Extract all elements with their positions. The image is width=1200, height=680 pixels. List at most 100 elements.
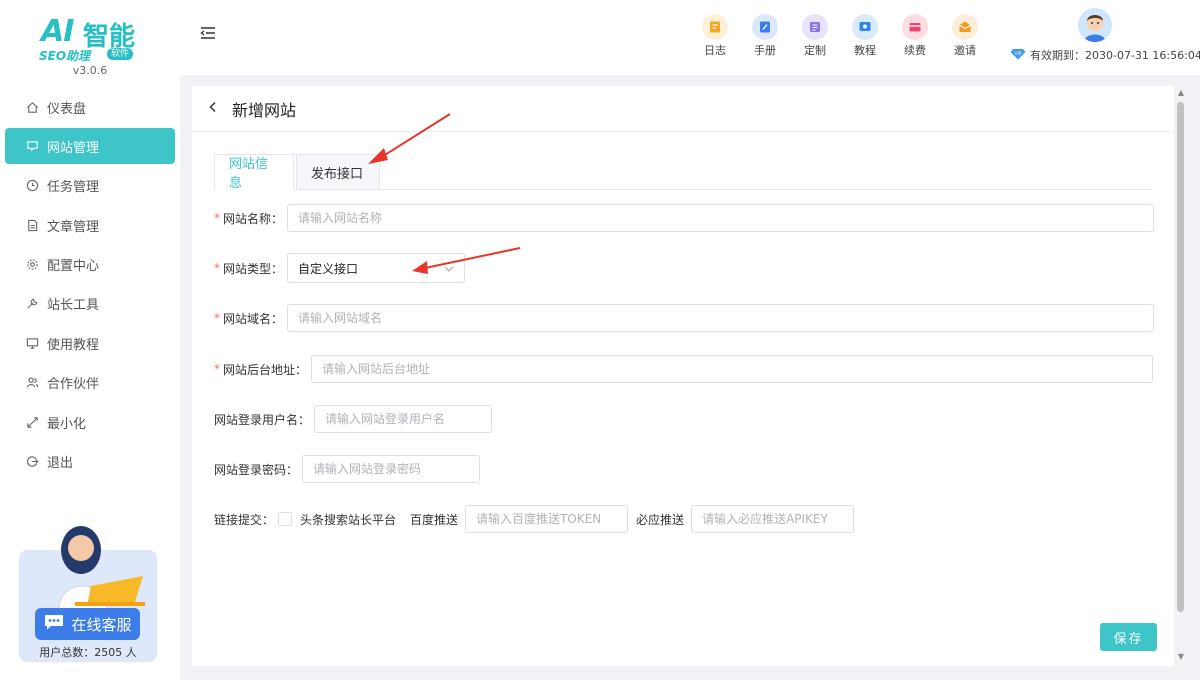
- login-pass-input[interactable]: [302, 455, 481, 483]
- sidebar-item-articles[interactable]: 文章管理: [5, 207, 175, 243]
- document-icon: [25, 218, 39, 232]
- save-label: 保存: [1113, 631, 1144, 647]
- sidebar-item-label: 最小化: [47, 416, 87, 432]
- admin-url-input[interactable]: [311, 355, 1154, 383]
- sidebar-item-partners[interactable]: 合作伙伴: [5, 365, 175, 401]
- form-row-site-name: * 网站名称：: [214, 203, 1155, 233]
- save-button[interactable]: 保存: [1100, 623, 1157, 651]
- nav-label: 续费: [904, 44, 926, 57]
- site-domain-input[interactable]: [287, 304, 1155, 332]
- page-header: 新增网站: [192, 86, 1174, 132]
- required-asterisk: *: [214, 211, 220, 225]
- nav-manual-button[interactable]: 手册: [740, 14, 790, 58]
- sidebar-item-websites[interactable]: 网站管理: [5, 128, 175, 165]
- baidu-push-label: 百度推送: [410, 512, 459, 527]
- top-nav-icons: 日志 手册 定制 教程 续费 邀请: [690, 14, 990, 58]
- form-row-login-pass: 网站登录密码：: [214, 454, 481, 484]
- form-row-link-submit: 链接提交： 头条搜索站长平台 百度推送 必应推送: [214, 504, 855, 534]
- nav-tutorial-button[interactable]: 教程: [840, 14, 890, 58]
- sidebar-item-label: 配置中心: [47, 259, 100, 275]
- sidebar-item-label: 仪表盘: [47, 101, 87, 117]
- scroll-down-arrow-icon[interactable]: ▼: [1175, 652, 1187, 662]
- sidebar-item-logout[interactable]: 退出: [5, 444, 175, 480]
- clock-icon: [25, 179, 39, 193]
- scroll-up-arrow-icon[interactable]: ▲: [1175, 88, 1187, 98]
- gear-icon: [25, 258, 39, 272]
- required-asterisk: *: [214, 261, 220, 275]
- svg-text:VIP: VIP: [1014, 51, 1021, 57]
- login-user-input[interactable]: [314, 405, 493, 433]
- custom-icon: [802, 14, 828, 40]
- expire-text: 有效期到：2030-07-31 16:56:04: [1030, 49, 1200, 62]
- nav-renew-button[interactable]: 续费: [890, 14, 940, 58]
- sidebar-item-label: 任务管理: [47, 180, 100, 196]
- nav-custom-button[interactable]: 定制: [790, 14, 840, 58]
- page-scrollbar[interactable]: ▲ ▼: [1175, 86, 1187, 666]
- bing-apikey-input[interactable]: [691, 505, 855, 533]
- logo-ai-text: AI: [41, 14, 74, 49]
- logo-soft-badge: 软件: [107, 48, 134, 60]
- main-panel: 新增网站 网站信息 发布接口 * 网站名称： * 网站类型： 自定义接口 * 网…: [192, 86, 1174, 666]
- sidebar-item-label: 文章管理: [47, 219, 100, 235]
- toutiao-label[interactable]: 头条搜索站长平台: [300, 511, 396, 528]
- site-domain-label: 网站域名：: [223, 311, 284, 326]
- support-illustration: [58, 526, 145, 610]
- back-button[interactable]: [208, 101, 218, 117]
- manual-icon: [752, 14, 778, 40]
- sidebar-item-tools[interactable]: 站长工具: [5, 286, 175, 322]
- user-avatar[interactable]: [1078, 8, 1112, 42]
- home-icon: [25, 100, 39, 114]
- sidebar-item-config[interactable]: 配置中心: [5, 247, 175, 283]
- online-support-label: 在线客服: [71, 615, 132, 634]
- menu-fold-icon: [200, 27, 215, 39]
- user-count: 用户总数：2505 人: [39, 646, 137, 659]
- required-asterisk: *: [214, 311, 220, 325]
- chat-bubble-icon: [43, 613, 65, 635]
- nav-log-button[interactable]: 日志: [690, 14, 740, 58]
- sidebar-item-tasks[interactable]: 任务管理: [5, 168, 175, 204]
- toutiao-checkbox[interactable]: [278, 512, 293, 526]
- scroll-thumb[interactable]: [1177, 102, 1184, 612]
- tab-label: 发布接口: [311, 166, 364, 182]
- invite-icon: [952, 14, 978, 40]
- log-icon: [702, 14, 728, 40]
- nav-label: 邀请: [954, 44, 976, 57]
- login-user-label: 网站登录用户名：: [214, 412, 311, 427]
- sidebar-item-minimize[interactable]: 最小化: [5, 404, 175, 440]
- collapse-menu-button[interactable]: [200, 26, 216, 40]
- renew-icon: [902, 14, 928, 40]
- site-type-label: 网站类型：: [223, 261, 284, 276]
- minimize-icon: [25, 415, 39, 429]
- site-type-value: 自定义接口: [298, 261, 359, 276]
- chevron-left-icon: [209, 101, 216, 112]
- site-type-select[interactable]: 自定义接口: [287, 253, 466, 283]
- site-name-input[interactable]: [287, 204, 1155, 232]
- sidebar-item-label: 合作伙伴: [47, 377, 100, 393]
- tab-label: 网站信息: [229, 157, 269, 191]
- form-tabs: 网站信息 发布接口: [214, 154, 1152, 191]
- top-bar: 日志 手册 定制 教程 续费 邀请 VIP 有效期到：2030-07-31 16…: [180, 0, 1200, 75]
- app-logo: AI 智能 SEO助理 软件 v3.0.6: [0, 0, 180, 85]
- form-row-site-type: * 网站类型： 自定义接口: [214, 253, 466, 283]
- nav-invite-button[interactable]: 邀请: [940, 14, 990, 58]
- online-support-button[interactable]: 在线客服: [35, 608, 140, 640]
- sidebar-item-tutorial[interactable]: 使用教程: [5, 325, 175, 361]
- tab-site-info[interactable]: 网站信息: [214, 154, 294, 191]
- sidebar-item-label: 网站管理: [47, 140, 100, 156]
- tab-publish-api[interactable]: 发布接口: [296, 154, 380, 190]
- sidebar-item-dashboard[interactable]: 仪表盘: [5, 89, 175, 125]
- site-name-label: 网站名称：: [223, 211, 284, 226]
- form-row-admin-url: * 网站后台地址：: [214, 354, 1154, 384]
- wrench-icon: [25, 297, 39, 311]
- baidu-token-input[interactable]: [465, 505, 629, 533]
- sidebar-item-label: 站长工具: [47, 298, 100, 314]
- nav-label: 手册: [754, 44, 776, 57]
- nav-label: 教程: [854, 44, 876, 57]
- form-row-site-domain: * 网站域名：: [214, 303, 1155, 333]
- sidebar-item-label: 使用教程: [47, 337, 100, 353]
- login-pass-label: 网站登录密码：: [214, 462, 299, 477]
- admin-url-label: 网站后台地址：: [223, 362, 308, 377]
- customer-support-card: 在线客服 用户总数：2505 人: [19, 520, 157, 662]
- logout-icon: [25, 455, 39, 469]
- monitor-icon: [25, 336, 39, 350]
